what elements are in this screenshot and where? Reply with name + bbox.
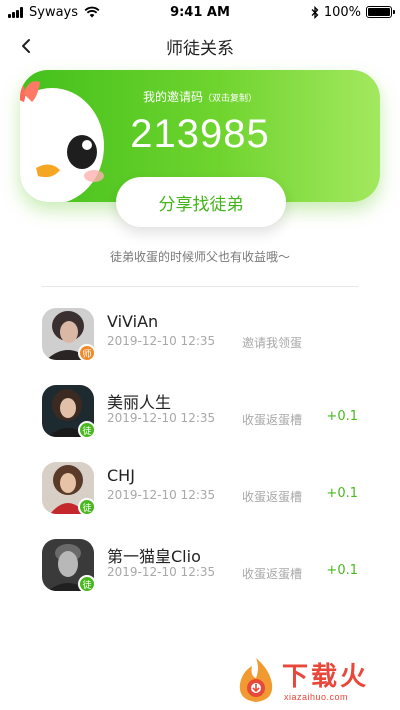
battery-fill xyxy=(368,8,390,16)
relation-action: 收蛋返蛋槽 xyxy=(242,490,303,504)
list-item[interactable]: 师 ViViAn 2019-12-10 12:35 邀请我领蛋 xyxy=(42,300,362,362)
relation-name: ViViAn xyxy=(107,312,159,331)
back-button[interactable] xyxy=(12,32,40,60)
status-right: 100% xyxy=(311,4,395,20)
income-tip: 徒弟收蛋的时候师父也有收益哦～ xyxy=(109,250,290,264)
status-left: Syways xyxy=(8,5,100,20)
invite-code-label: 我的邀请码（双击复制） xyxy=(20,88,380,105)
relation-reward: +0.1 xyxy=(326,409,358,424)
page-title: 师徒关系 xyxy=(166,38,234,59)
invite-label-hint: （双击复制） xyxy=(203,94,258,104)
battery-icon xyxy=(366,6,395,18)
invite-code[interactable]: 213985 xyxy=(20,112,380,157)
list-item[interactable]: 徒 美丽人生 2019-12-10 12:35 收蛋返蛋槽 +0.1 xyxy=(42,377,362,439)
list-item[interactable]: 徒 第一猫皇Clio 2019-12-10 12:35 收蛋返蛋槽 +0.1 xyxy=(42,531,362,593)
relation-name: CHJ xyxy=(107,466,135,485)
relation-name: 美丽人生 xyxy=(107,393,172,412)
carrier-name: Syways xyxy=(29,4,79,20)
relation-action: 收蛋返蛋槽 xyxy=(242,413,303,427)
master-badge: 师 xyxy=(78,344,96,362)
watermark-url: xiazaihuo.com xyxy=(284,692,349,702)
disciple-badge: 徒 xyxy=(78,575,96,593)
relation-reward: +0.1 xyxy=(326,563,358,578)
watermark: 下载火 xiazaihuo.com xyxy=(234,656,394,708)
watermark-text: 下载火 xyxy=(282,662,370,692)
chevron-left-icon xyxy=(22,39,30,53)
relation-reward: +0.1 xyxy=(326,486,358,501)
relation-time: 2019-12-10 12:35 xyxy=(107,488,216,502)
flame-logo-icon xyxy=(239,658,273,702)
relation-action: 收蛋返蛋槽 xyxy=(242,567,303,581)
list-item[interactable]: 徒 CHJ 2019-12-10 12:35 收蛋返蛋槽 +0.1 xyxy=(42,454,362,516)
relation-action: 邀请我领蛋 xyxy=(242,336,303,350)
share-find-disciple-button[interactable]: 分享找徒弟 xyxy=(116,177,286,227)
status-bar: Syways 9:41 AM 100% xyxy=(0,0,400,24)
invite-label-main: 我的邀请码 xyxy=(142,90,203,104)
nav-bar: 师徒关系 xyxy=(0,28,400,64)
relation-time: 2019-12-10 12:35 xyxy=(107,334,216,348)
battery-percent: 100% xyxy=(323,4,361,20)
relation-time: 2019-12-10 12:35 xyxy=(107,565,216,579)
divider xyxy=(42,286,358,287)
disciple-badge: 徒 xyxy=(78,498,96,516)
relation-name: 第一猫皇Clio xyxy=(107,547,201,566)
disciple-badge: 徒 xyxy=(78,421,96,439)
bluetooth-icon xyxy=(311,5,319,19)
signal-icon xyxy=(8,6,23,18)
relation-time: 2019-12-10 12:35 xyxy=(107,411,216,425)
wifi-icon xyxy=(84,6,100,18)
